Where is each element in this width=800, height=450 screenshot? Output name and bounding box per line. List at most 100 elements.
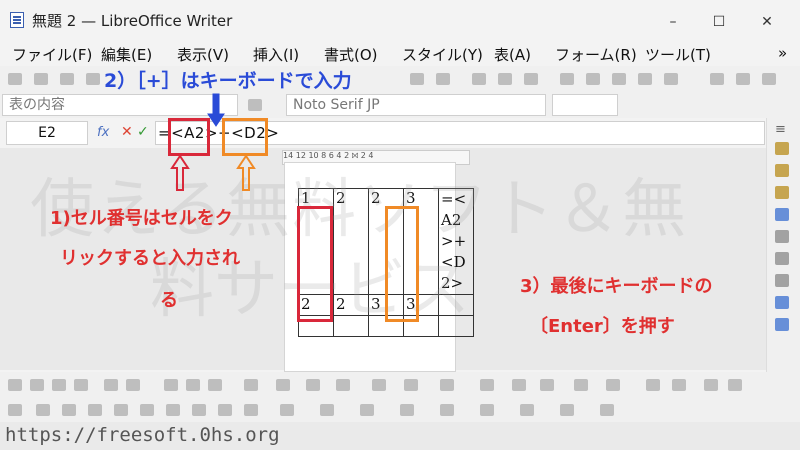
styles-icon[interactable]	[775, 164, 789, 177]
footnote-icon[interactable]	[586, 73, 600, 85]
decimal-icon[interactable]	[540, 379, 554, 391]
sort-icon[interactable]	[574, 379, 588, 391]
save-icon[interactable]	[60, 73, 74, 85]
line-tool-icon[interactable]	[36, 404, 50, 416]
border-style-icon[interactable]	[208, 379, 222, 391]
design-icon[interactable]	[775, 296, 789, 309]
menu-insert[interactable]: 挿入(I)	[253, 44, 299, 65]
points-icon[interactable]	[560, 404, 574, 416]
page-icon[interactable]	[775, 230, 789, 243]
symbol-shapes-icon[interactable]	[280, 404, 294, 416]
formula-fx-button[interactable]: fx	[97, 125, 109, 140]
menu-file[interactable]: ファイル(F)	[12, 44, 92, 65]
align-bottom-icon[interactable]	[336, 379, 350, 391]
open-icon[interactable]	[34, 73, 48, 85]
highlight-a2-reference	[168, 118, 210, 156]
table-row-icon[interactable]	[30, 379, 44, 391]
ellipse-tool-icon[interactable]	[166, 404, 180, 416]
borders-icon[interactable]	[186, 379, 200, 391]
highlight-cell-a2	[297, 206, 333, 322]
highlight-d2-reference	[222, 118, 268, 156]
align-top-icon[interactable]	[276, 379, 290, 391]
flowchart-icon[interactable]	[440, 404, 454, 416]
protect-cells-icon[interactable]	[646, 379, 660, 391]
sidebar-menu-icon[interactable]: ≡	[775, 122, 786, 137]
menu-view[interactable]: 表示(V)	[177, 44, 229, 65]
arrow-tool-icon[interactable]	[62, 404, 76, 416]
polygon-tool-icon[interactable]	[218, 404, 232, 416]
down-arrow-icon	[207, 93, 225, 127]
menu-edit[interactable]: 編集(E)	[101, 44, 152, 65]
sum-icon[interactable]	[704, 379, 718, 391]
table-properties-icon[interactable]	[672, 379, 686, 391]
page-break-icon[interactable]	[472, 73, 486, 85]
toggle-extrusion-icon[interactable]	[600, 404, 614, 416]
fontwork-icon[interactable]	[520, 404, 534, 416]
find-icon[interactable]	[775, 318, 789, 331]
block-arrows-icon[interactable]	[320, 404, 334, 416]
watermark-url: https://freesoft.0hs.org	[5, 424, 280, 446]
merge-cells-icon[interactable]	[104, 379, 118, 391]
menu-tools[interactable]: ツール(T)	[645, 44, 711, 65]
select-icon[interactable]	[8, 404, 22, 416]
cell-name-box[interactable]: E2	[6, 121, 88, 145]
curve-tool-icon[interactable]	[88, 404, 102, 416]
row-height-icon[interactable]	[606, 379, 620, 391]
minimize-button[interactable]: –	[650, 8, 696, 36]
freeform-tool-icon[interactable]	[114, 404, 128, 416]
field-icon[interactable]	[498, 73, 512, 85]
text-box-icon[interactable]	[480, 404, 494, 416]
border-color-icon[interactable]	[244, 379, 258, 391]
properties-icon[interactable]	[775, 142, 789, 155]
highlight-cell-d2	[385, 206, 419, 322]
number-format-icon[interactable]	[404, 379, 418, 391]
menu-table[interactable]: 表(A)	[494, 44, 531, 65]
update-style-icon[interactable]	[248, 99, 262, 111]
align-center-icon[interactable]	[306, 379, 320, 391]
menu-form[interactable]: フォーム(R)	[555, 44, 637, 65]
triangle-tool-icon[interactable]	[192, 404, 206, 416]
line-icon[interactable]	[710, 73, 724, 85]
formula-accept-button[interactable]: ✓	[137, 124, 149, 140]
endnote-icon[interactable]	[612, 73, 626, 85]
percent-icon[interactable]	[512, 379, 526, 391]
insert-image-icon[interactable]	[410, 73, 424, 85]
menu-overflow[interactable]: »	[778, 44, 787, 62]
stars-icon[interactable]	[360, 404, 374, 416]
export-icon[interactable]	[86, 73, 100, 85]
background-color-icon[interactable]	[372, 379, 386, 391]
draw-functions-icon[interactable]	[762, 73, 776, 85]
close-button[interactable]: ✕	[744, 8, 790, 36]
menu-styles[interactable]: スタイル(Y)	[402, 44, 483, 65]
style-inspector-icon[interactable]	[775, 252, 789, 265]
hyperlink-icon[interactable]	[560, 73, 574, 85]
table-column-icon[interactable]	[52, 379, 66, 391]
new-document-icon[interactable]	[8, 73, 22, 85]
basic-shapes-icon[interactable]	[244, 404, 258, 416]
formula-icon[interactable]	[728, 379, 742, 391]
table-insert-icon[interactable]	[8, 379, 22, 391]
maximize-button[interactable]: ☐	[696, 8, 742, 36]
gallery-icon[interactable]	[775, 186, 789, 199]
track-changes-icon[interactable]	[664, 73, 678, 85]
shapes-icon[interactable]	[736, 73, 750, 85]
paragraph-style-select[interactable]: 表の内容	[2, 94, 238, 116]
rectangle-tool-icon[interactable]	[140, 404, 154, 416]
table-toolbar	[0, 372, 800, 398]
manage-changes-icon[interactable]	[775, 274, 789, 287]
navigator-icon[interactable]	[775, 208, 789, 221]
annotation-step2: 2）［+］はキーボードで入力	[104, 70, 352, 92]
table-delete-icon[interactable]	[74, 379, 88, 391]
currency-icon[interactable]	[480, 379, 494, 391]
font-size-select[interactable]	[552, 94, 618, 116]
optimize-icon[interactable]	[164, 379, 178, 391]
callouts-icon[interactable]	[400, 404, 414, 416]
insert-table-icon[interactable]	[436, 73, 450, 85]
comment-icon[interactable]	[638, 73, 652, 85]
special-character-icon[interactable]	[524, 73, 538, 85]
formula-cancel-button[interactable]: ✕	[121, 124, 133, 140]
insert-rows-icon[interactable]	[440, 379, 454, 391]
split-cells-icon[interactable]	[126, 379, 140, 391]
font-name-select[interactable]: Noto Serif JP	[286, 94, 546, 116]
menu-format[interactable]: 書式(O)	[324, 44, 378, 65]
